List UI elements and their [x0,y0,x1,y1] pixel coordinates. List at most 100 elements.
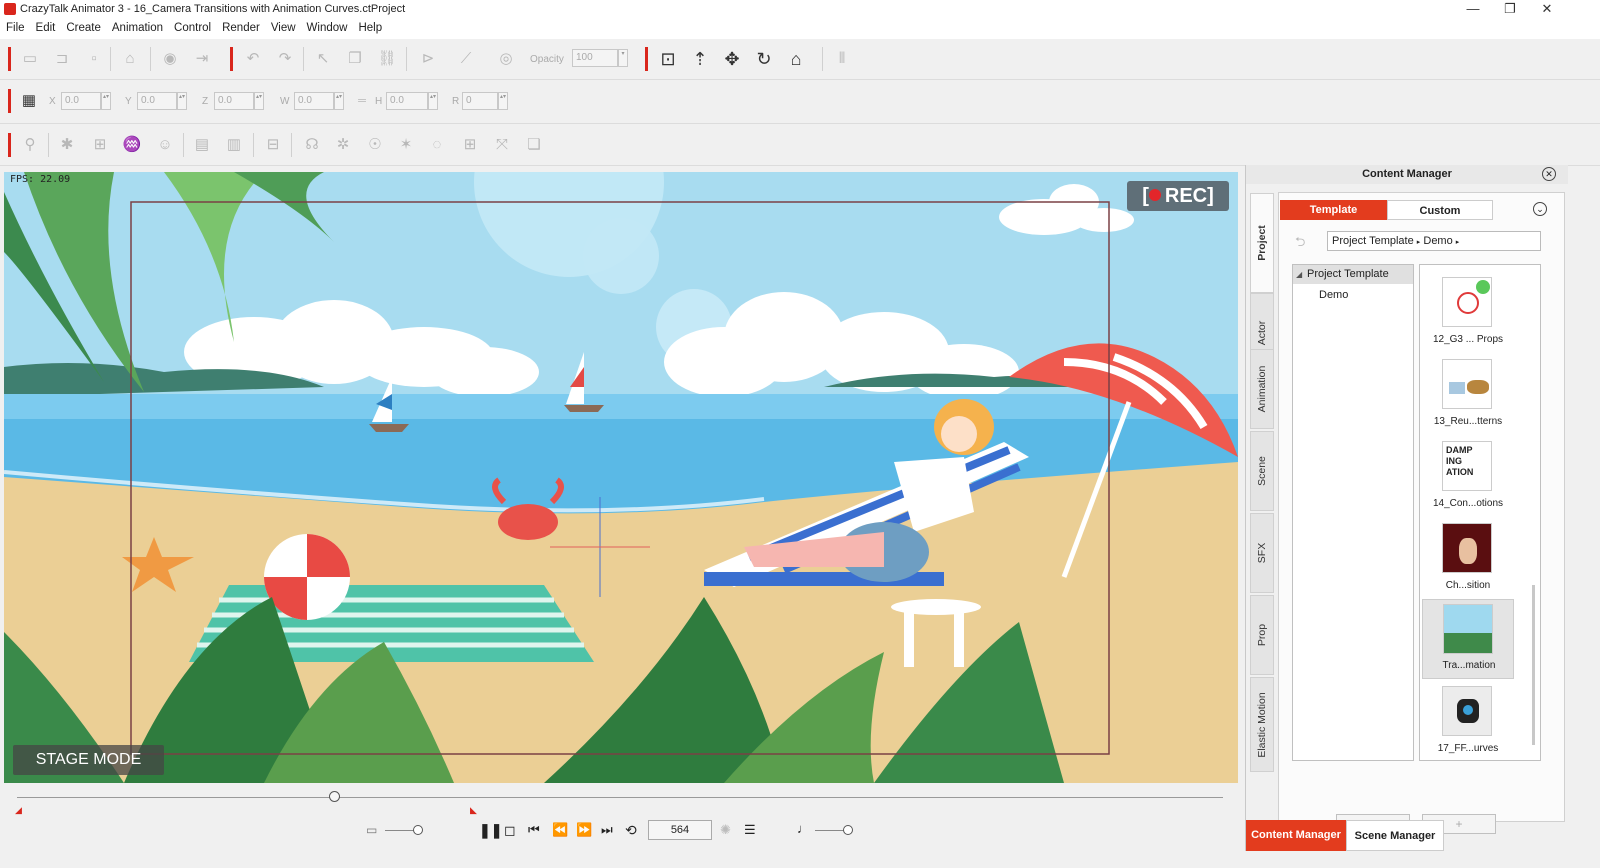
motion-icon[interactable]: ✲ [333,135,353,155]
clone-icon[interactable]: ❐ [345,49,365,69]
opacity-input[interactable]: 100 [572,49,618,67]
actor-icon[interactable]: ✱ [57,135,77,155]
camera-icon[interactable]: ⊡ [658,49,678,69]
menu-control[interactable]: Control [168,19,216,34]
link-icon[interactable]: ⛓ [377,49,397,69]
pose-icon[interactable]: ✶ [396,135,416,155]
x-input[interactable]: 0.0 [61,92,101,110]
visibility-icon[interactable]: ◎ [496,49,516,69]
realtime-icon[interactable]: ✺ [720,822,731,838]
zoom-slider-thumb[interactable] [413,825,423,835]
vtab-elastic-motion[interactable]: Elastic Motion [1250,677,1274,772]
expand-icon[interactable]: ◢ [1296,265,1302,284]
undo-icon[interactable]: ↶ [243,49,263,69]
range-start-marker[interactable]: ◢ [15,805,22,816]
new-file-icon[interactable]: ▭ [20,49,40,69]
loop-icon[interactable]: ⟲ [625,822,637,839]
flip-icon[interactable]: ⊳ [418,49,438,69]
select-icon[interactable]: ↖ [313,49,333,69]
stage-viewport[interactable]: FPS: 22.09 [REC] STAGE MODE [4,172,1238,783]
tab-content-manager[interactable]: Content Manager [1246,820,1346,851]
template-item[interactable]: DAMP ING ATION 14_Con...otions [1420,441,1528,519]
previous-frame-icon[interactable]: ⏪ [552,822,568,838]
spring-icon[interactable]: ◌ [427,135,447,155]
align-icon[interactable]: ⟋ [456,49,476,69]
preview-icon[interactable]: ◉ [160,49,180,69]
mesh-icon[interactable]: ⊞ [460,135,480,155]
volume-slider-thumb[interactable] [843,825,853,835]
time-slider-track[interactable] [17,797,1223,798]
vtab-scene[interactable]: Scene [1250,431,1274,511]
menu-create[interactable]: Create [60,19,106,34]
opacity-dropdown[interactable]: ▾ [618,49,628,67]
puppet-icon[interactable]: ♒ [122,135,142,155]
timeline-toggle-icon[interactable]: ☰ [744,822,756,838]
move-icon[interactable]: ✥ [722,49,742,69]
redo-icon[interactable]: ↷ [275,49,295,69]
sprite-icon[interactable]: ⊟ [263,135,283,155]
lock-ratio-icon[interactable]: ═ [352,91,372,111]
vtab-project[interactable]: Project [1250,193,1274,293]
menu-file[interactable]: File [0,19,30,34]
template-item[interactable]: 13_Reu...tterns [1420,359,1528,437]
script-icon[interactable]: ▥ [224,135,244,155]
tree-item-demo[interactable]: Demo [1293,284,1413,301]
vtab-animation[interactable]: Animation [1250,349,1274,429]
camera-dolly-icon[interactable]: ⇡ [690,49,710,69]
z-input[interactable]: 0.0 [214,92,254,110]
head-icon[interactable]: ☊ [302,135,322,155]
minimize-button[interactable]: — [1453,0,1493,19]
template-item[interactable]: Ch...sition [1420,523,1528,601]
composer-icon[interactable]: ⊞ [90,135,110,155]
face-icon[interactable]: ☺ [155,135,175,155]
grip-icon[interactable]: ⦀ [832,49,852,69]
vtab-sfx[interactable]: SFX [1250,513,1274,593]
menu-help[interactable]: Help [352,19,387,34]
vtab-prop[interactable]: Prop [1250,595,1274,675]
frame-input[interactable]: 564 [648,820,712,840]
menu-view[interactable]: View [265,19,301,34]
template-item-selected[interactable]: Tra...mation [1422,599,1514,679]
thumbnail-scrollbar[interactable] [1532,585,1535,745]
timeline-icon[interactable]: ▤ [192,135,212,155]
time-slider-thumb[interactable] [329,791,340,802]
first-frame-icon[interactable]: ⏮ [528,822,540,838]
home-icon[interactable]: ⌂ [786,49,806,69]
range-end-marker[interactable]: ◣ [470,805,477,816]
template-item[interactable]: 17_FF...urves [1420,686,1528,760]
h-input[interactable]: 0.0 [386,92,428,110]
tree-item-project-template[interactable]: ◢ Project Template [1293,265,1413,284]
menu-render[interactable]: Render [216,19,265,34]
open-file-icon[interactable]: ⊐ [52,49,72,69]
r-input[interactable]: 0 [462,92,498,110]
next-frame-icon[interactable]: ⏩ [576,822,592,838]
menu-edit[interactable]: Edit [30,19,61,34]
deform-icon[interactable]: ⤧ [492,135,512,155]
last-frame-icon[interactable]: ⏭ [601,822,613,838]
restore-button[interactable]: ❐ [1490,0,1530,19]
expression-icon[interactable]: ☉ [365,135,385,155]
stage-mode-label[interactable]: STAGE MODE [13,745,164,775]
back-icon[interactable]: ⮌ [1295,233,1305,255]
grid-icon[interactable]: ▦ [19,91,39,111]
subtitle-icon[interactable]: ▭ [366,823,377,837]
tab-custom[interactable]: Custom [1387,200,1493,220]
breadcrumb-current[interactable]: Demo [1423,235,1452,247]
menu-animation[interactable]: Animation [106,19,168,34]
breadcrumb[interactable]: Project Template ▸ Demo ▸ [1327,231,1541,251]
close-panel-icon[interactable]: ✕ [1542,167,1556,181]
menu-window[interactable]: Window [301,19,353,34]
y-input[interactable]: 0.0 [137,92,177,110]
layer-icon[interactable]: ❏ [524,135,544,155]
panel-options-icon[interactable]: ⌄ [1533,202,1547,216]
close-window-button[interactable]: ✕ [1527,0,1567,19]
tab-scene-manager[interactable]: Scene Manager [1346,820,1444,851]
template-item[interactable]: 12_G3 ... Props [1420,277,1528,355]
save-file-icon[interactable]: ▫ [84,49,104,69]
export-icon[interactable]: ⇥ [192,49,212,69]
tab-template[interactable]: Template [1280,200,1387,220]
pause-icon[interactable]: ❚❚ [479,822,502,839]
content-store-icon[interactable]: ⌂ [120,49,140,69]
stop-icon[interactable]: ◻ [504,822,516,839]
breadcrumb-root[interactable]: Project Template [1332,235,1414,247]
